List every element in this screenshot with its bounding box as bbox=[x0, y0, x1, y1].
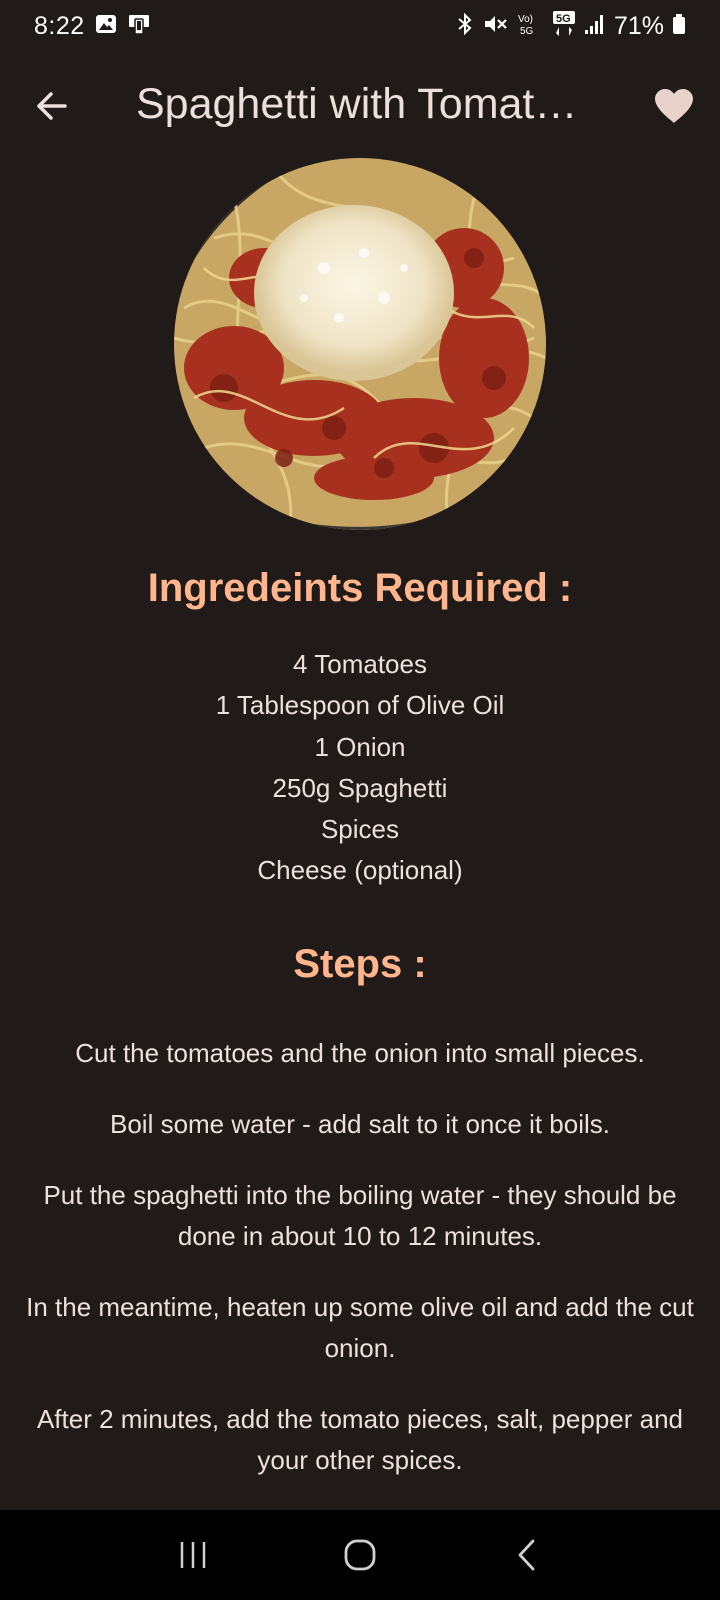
svg-text:5G: 5G bbox=[520, 26, 534, 37]
back-button[interactable] bbox=[28, 82, 76, 130]
ingredients-heading: Ingredeints Required : bbox=[147, 566, 573, 610]
step-item: Boil some water - add salt to it once it… bbox=[109, 1109, 610, 1139]
volte-icon: Vo) 5G bbox=[516, 11, 544, 42]
heart-icon bbox=[655, 89, 693, 123]
svg-text:5G: 5G bbox=[556, 13, 571, 25]
step-item: In the meantime, heaten up some olive oi… bbox=[26, 1292, 694, 1363]
ingredient-item: 250g Spaghetti bbox=[272, 772, 448, 803]
nav-back-button[interactable] bbox=[497, 1525, 557, 1585]
signal-icon bbox=[584, 12, 606, 41]
home-icon bbox=[344, 1539, 376, 1571]
system-nav-bar bbox=[0, 1510, 720, 1600]
app-bar: Spaghetti with Tomat… bbox=[0, 66, 720, 146]
status-left: 8:22 bbox=[34, 12, 151, 41]
step-item: Put the spaghetti into the boiling water… bbox=[43, 1180, 677, 1251]
status-right: Vo) 5G 5G 71% bbox=[456, 10, 686, 43]
home-button[interactable] bbox=[330, 1525, 390, 1585]
recents-icon bbox=[181, 1542, 206, 1568]
gallery-icon bbox=[95, 13, 117, 40]
recents-button[interactable] bbox=[163, 1525, 223, 1585]
mute-icon bbox=[482, 12, 508, 41]
recipe-image bbox=[174, 158, 546, 530]
page-title: Spaghetti with Tomat… bbox=[136, 80, 578, 128]
battery-percentage: 71% bbox=[613, 11, 664, 40]
steps-list: Cut the tomatoes and the onion into smal… bbox=[20, 1033, 700, 1511]
step-item: After 2 minutes, add the tomato pieces, … bbox=[36, 1404, 684, 1475]
recipe-screen: 8:22 Vo) 5G 5G 71% Spaghetti with Tomat…… bbox=[0, 0, 720, 1600]
ingredient-item: 1 Tablespoon of Olive Oil bbox=[215, 690, 505, 721]
ingredient-item: Spices bbox=[320, 814, 400, 845]
5g-icon: 5G bbox=[552, 10, 576, 43]
steps-heading: Steps : bbox=[293, 942, 427, 986]
ingredient-item: 1 Onion bbox=[314, 731, 406, 762]
ingredient-item: Cheese (optional) bbox=[257, 855, 463, 886]
svg-text:Vo): Vo) bbox=[518, 14, 533, 25]
back-icon bbox=[518, 1539, 535, 1571]
bluetooth-icon bbox=[456, 12, 474, 41]
step-item: Cut the tomatoes and the onion into smal… bbox=[75, 1038, 645, 1068]
status-bar: 8:22 Vo) 5G 5G 71% bbox=[0, 0, 720, 52]
ingredients-list: 4 Tomatoes 1 Tablespoon of Olive Oil 1 O… bbox=[0, 644, 720, 892]
battery-icon bbox=[672, 12, 686, 41]
device-icon bbox=[127, 12, 151, 41]
spaghetti-photo bbox=[174, 158, 546, 530]
arrow-back-icon bbox=[37, 92, 67, 120]
ingredient-item: 4 Tomatoes bbox=[293, 649, 427, 679]
favorite-button[interactable] bbox=[648, 82, 700, 130]
status-time: 8:22 bbox=[34, 11, 85, 40]
